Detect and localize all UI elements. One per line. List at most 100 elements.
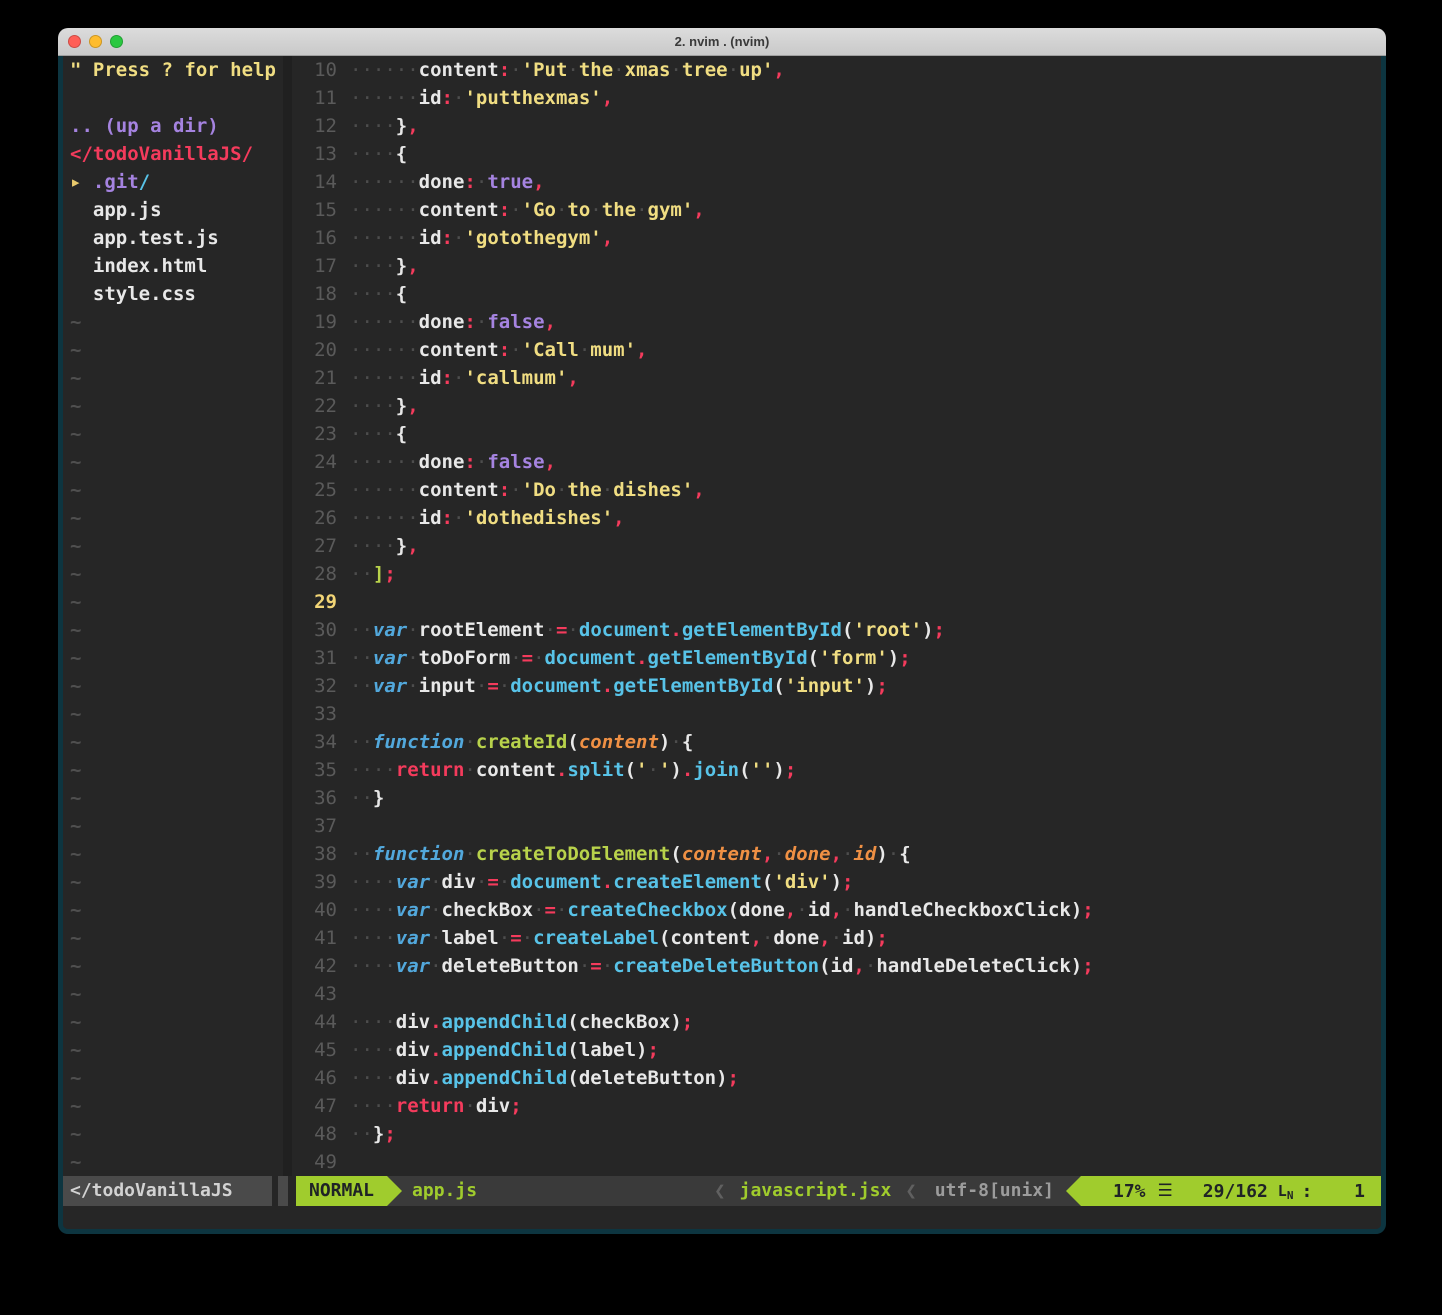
code-line[interactable]: 34··function·createId(content)·{ [292,728,1381,756]
code-line[interactable]: 26······id:·'dothedishes', [292,504,1381,532]
code-line[interactable]: 11······id:·'putthexmas', [292,84,1381,112]
line-number: 28 [292,560,337,588]
tree-item[interactable] [63,84,283,112]
terminal-content: " Press ? for help.. (up a dir)</todoVan… [58,56,1386,1234]
menu-icon: ☰ [1158,1181,1173,1201]
code-line[interactable]: 20······content:·'Call·mum', [292,336,1381,364]
line-number: 23 [292,420,337,448]
line-number: 30 [292,616,337,644]
code-line[interactable]: 44····div.appendChild(checkBox); [292,1008,1381,1036]
code-line[interactable]: 17····}, [292,252,1381,280]
line-number-icon: LN [1278,1180,1294,1202]
code-line[interactable]: 19······done:·false, [292,308,1381,336]
tree-item[interactable]: app.js [63,196,283,224]
empty-line-marker: ~ [63,840,283,868]
window-titlebar[interactable]: 2. nvim . (nvim) [58,28,1386,56]
code-line[interactable]: 27····}, [292,532,1381,560]
file-tree[interactable]: " Press ? for help .. (up a dir)</todoVan… [63,56,283,1176]
code-line[interactable]: 38··function·createToDoElement(content,·… [292,840,1381,868]
code-line[interactable]: 28··]; [292,560,1381,588]
code-line[interactable]: 16······id:·'gotothegym', [292,224,1381,252]
code-line[interactable]: 22····}, [292,392,1381,420]
tree-item[interactable]: </todoVanillaJS/ [63,140,283,168]
code-line[interactable]: 14······done:·true, [292,168,1381,196]
line-number: 35 [292,756,337,784]
code-line[interactable]: 49 [292,1148,1381,1176]
code-line[interactable]: 23····{ [292,420,1381,448]
code-line[interactable]: 10······content:·'Put·the·xmas·tree·up', [292,56,1381,84]
empty-line-marker: ~ [63,336,283,364]
separator-arrow-icon [1066,1176,1081,1206]
code-line[interactable]: 30··var·rootElement·=·document.getElemen… [292,616,1381,644]
line-number: 13 [292,140,337,168]
line-number: 34 [292,728,337,756]
line-number: 43 [292,980,337,1008]
empty-line-marker: ~ [63,448,283,476]
line-number: 31 [292,644,337,672]
code-line[interactable]: 29 [292,588,1381,616]
tree-item[interactable]: app.test.js [63,224,283,252]
code-line[interactable]: 18····{ [292,280,1381,308]
line-number: 47 [292,1092,337,1120]
code-line[interactable]: 45····div.appendChild(label); [292,1036,1381,1064]
separator-chevron-icon: ❮ [714,1176,725,1206]
code-line[interactable]: 43 [292,980,1381,1008]
tree-item[interactable]: index.html [63,252,283,280]
code-line[interactable]: 21······id:·'callmum', [292,364,1381,392]
code-line[interactable]: 40····var·checkBox·=·createCheckbox(done… [292,896,1381,924]
window-split-separator[interactable] [283,56,292,1176]
tree-item[interactable]: " Press ? for help [63,56,283,84]
cursor-line-of-total: 29/162 [1203,1181,1268,1202]
command-line[interactable] [63,1206,1381,1229]
code-line[interactable]: 42····var·deleteButton·=·createDeleteBut… [292,952,1381,980]
empty-line-marker: ~ [63,476,283,504]
cursor-column: 1 [1354,1181,1365,1202]
code-line[interactable]: 46····div.appendChild(deleteButton); [292,1064,1381,1092]
line-number: 38 [292,840,337,868]
scroll-percent: 17% [1113,1181,1146,1202]
code-line[interactable]: 47····return·div; [292,1092,1381,1120]
line-number: 48 [292,1120,337,1148]
line-number: 25 [292,476,337,504]
code-line[interactable]: 12····}, [292,112,1381,140]
tree-item[interactable]: .. (up a dir) [63,112,283,140]
line-number: 10 [292,56,337,84]
empty-line-marker: ~ [63,980,283,1008]
code-line[interactable]: 24······done:·false, [292,448,1381,476]
editor-buffer[interactable]: 10······content:·'Put·the·xmas·tree·up',… [292,56,1381,1176]
line-number: 22 [292,392,337,420]
code-line[interactable]: 48··}; [292,1120,1381,1148]
tree-item[interactable]: style.css [63,280,283,308]
code-line[interactable]: 35····return·content.split('·').join('')… [292,756,1381,784]
statusline: </todoVanillaJS NORMAL app.js ❮ javascri… [63,1176,1381,1206]
empty-line-marker: ~ [63,308,283,336]
code-line[interactable]: 33 [292,700,1381,728]
code-line[interactable]: 15······content:·'Go·to·the·gym', [292,196,1381,224]
code-line[interactable]: 25······content:·'Do·the·dishes', [292,476,1381,504]
line-number: 42 [292,952,337,980]
empty-line-marker: ~ [63,392,283,420]
line-number: 26 [292,504,337,532]
line-number: 12 [292,112,337,140]
line-number: 44 [292,1008,337,1036]
line-number: 39 [292,868,337,896]
empty-line-marker: ~ [63,924,283,952]
empty-line-marker: ~ [63,588,283,616]
empty-line-marker: ~ [63,868,283,896]
window-title: 2. nvim . (nvim) [58,28,1386,56]
code-line[interactable]: 41····var·label·=·createLabel(content,·d… [292,924,1381,952]
code-line[interactable]: 36··} [292,784,1381,812]
tree-item[interactable]: ▸ .git/ [63,168,283,196]
code-line[interactable]: 39····var·div·=·document.createElement('… [292,868,1381,896]
mode-indicator: NORMAL [296,1176,387,1206]
code-line[interactable]: 31··var·toDoForm·=·document.getElementBy… [292,644,1381,672]
empty-line-marker: ~ [63,728,283,756]
code-line[interactable]: 32··var·input·=·document.getElementById(… [292,672,1381,700]
empty-line-marker: ~ [63,364,283,392]
line-number: 16 [292,224,337,252]
code-line[interactable]: 37 [292,812,1381,840]
code-line[interactable]: 13····{ [292,140,1381,168]
line-number: 33 [292,700,337,728]
empty-line-marker: ~ [63,532,283,560]
empty-line-marker: ~ [63,1064,283,1092]
